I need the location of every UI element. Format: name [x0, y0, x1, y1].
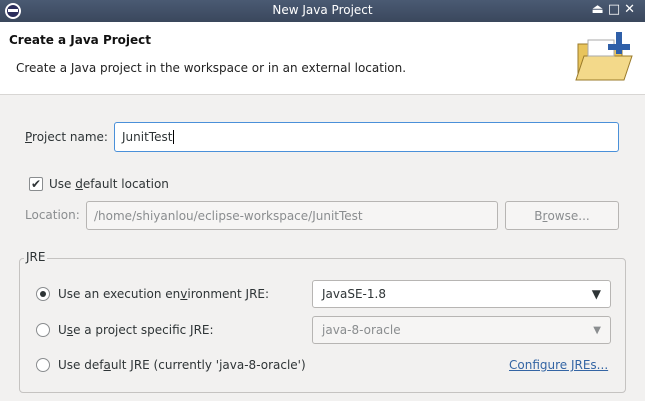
use-default-location-checkbox[interactable]: ✔ [29, 177, 43, 191]
title-bar: New Java Project ⏏□✕ [0, 0, 645, 22]
use-default-location-label[interactable]: Use default location [49, 177, 169, 191]
browse-button[interactable]: Br owse... [505, 201, 619, 230]
wizard-description: Create a Java project in the workspace o… [16, 61, 407, 75]
project-specific-jre-select[interactable]: java-8-oracle ▼ [312, 316, 611, 344]
location-input[interactable]: /home/shiyanlou/eclipse-workspace/JunitT… [86, 201, 498, 230]
project-name-label: Project name: [25, 130, 108, 144]
window-controls[interactable]: ⏏□✕ [592, 2, 639, 17]
chevron-down-icon: ▼ [593, 324, 601, 336]
project-specific-jre-radio[interactable] [36, 323, 50, 337]
execution-environment-radio[interactable] [36, 287, 50, 301]
wizard-title: Create a Java Project [9, 33, 152, 47]
jre-group-legend: JRE [24, 250, 48, 264]
project-specific-jre-label[interactable]: Use a project specific JRE: [58, 323, 214, 337]
project-name-input[interactable]: JunitTest [114, 122, 619, 152]
execution-environment-select[interactable]: JavaSE-1.8 ▼ [312, 280, 611, 308]
location-label: Location: [25, 208, 80, 222]
window-title: New Java Project [272, 3, 373, 17]
wizard-header: Create a Java Project Create a Java proj… [0, 22, 645, 95]
default-jre-label[interactable]: Use default JRE (currently 'java-8-oracl… [58, 358, 306, 372]
configure-jres-link[interactable]: Configure JREs... [509, 358, 608, 372]
new-java-project-folder-icon [575, 32, 633, 81]
default-jre-radio[interactable] [36, 358, 50, 372]
chevron-down-icon: ▼ [591, 287, 601, 301]
execution-environment-label[interactable]: Use an execution environment JRE: [58, 287, 269, 301]
